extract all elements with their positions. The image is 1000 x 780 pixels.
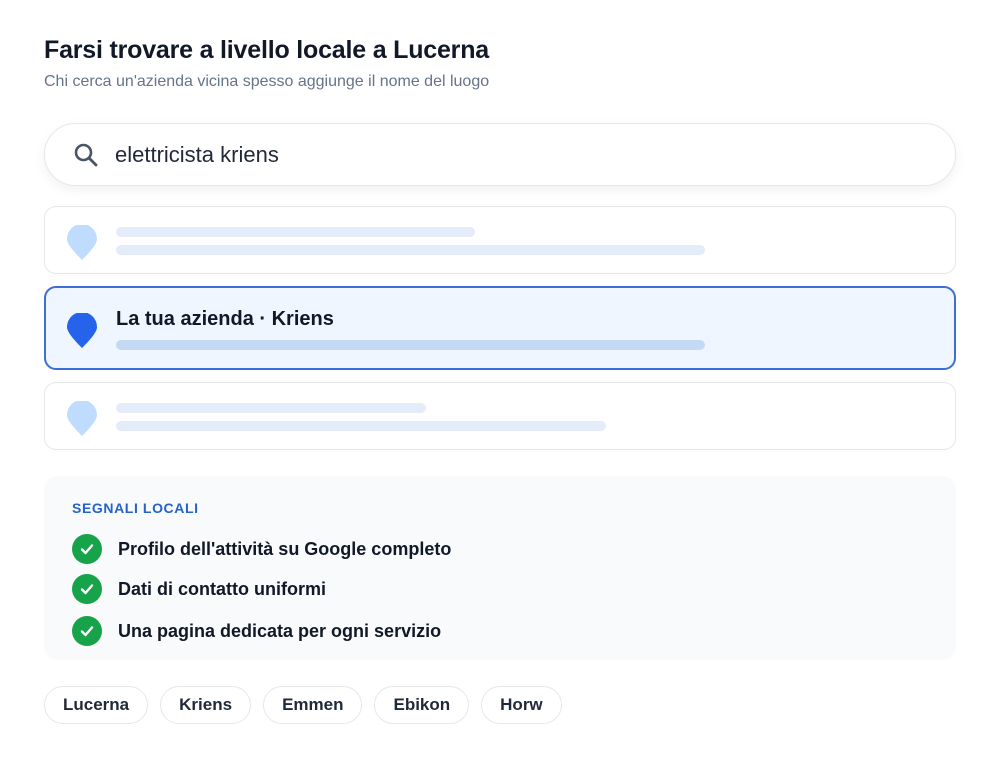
search-result-placeholder[interactable]	[44, 206, 956, 274]
signal-label: Una pagina dedicata per ogni servizio	[118, 620, 442, 641]
map-pin-icon	[67, 313, 97, 348]
signal-label: Dati di contatto uniformi	[118, 578, 326, 599]
signals-title: SEGNALI LOCALI	[72, 500, 199, 516]
search-result-highlighted[interactable]: La tua azienda · Kriens	[44, 286, 956, 370]
placeholder-line	[116, 340, 705, 350]
location-chips: Lucerna Kriens Emmen Ebikon Horw	[44, 686, 574, 724]
check-icon	[72, 616, 102, 646]
chip-ebikon[interactable]: Ebikon	[374, 686, 470, 724]
signal-item: Dati di contatto uniformi	[72, 574, 326, 604]
business-name: La tua azienda · Kriens	[116, 308, 334, 330]
signal-item: Una pagina dedicata per ogni servizio	[72, 616, 441, 646]
chip-kriens[interactable]: Kriens	[160, 686, 252, 724]
map-pin-icon	[67, 225, 97, 260]
search-box[interactable]: elettricista kriens	[44, 123, 956, 186]
placeholder-line	[116, 421, 606, 431]
placeholder-line	[116, 245, 705, 255]
check-icon	[72, 574, 102, 604]
signal-item: Profilo dell'attività su Google completo	[72, 534, 451, 564]
placeholder-line	[116, 403, 426, 413]
chip-lucerna[interactable]: Lucerna	[44, 686, 149, 724]
page-title: Farsi trovare a livello locale a Lucerna	[44, 36, 489, 64]
signal-label: Profilo dell'attività su Google completo	[118, 538, 452, 559]
local-signals-panel: SEGNALI LOCALI Profilo dell'attività su …	[44, 476, 956, 660]
chip-emmen[interactable]: Emmen	[263, 686, 363, 724]
check-icon	[72, 534, 102, 564]
search-query[interactable]: elettricista kriens	[115, 142, 279, 168]
page-subtitle: Chi cerca un'azienda vicina spesso aggiu…	[44, 73, 490, 90]
search-result-placeholder[interactable]	[44, 382, 956, 450]
chip-horw[interactable]: Horw	[481, 686, 562, 724]
map-pin-icon	[67, 401, 97, 436]
search-icon	[73, 142, 99, 168]
placeholder-line	[116, 227, 475, 237]
